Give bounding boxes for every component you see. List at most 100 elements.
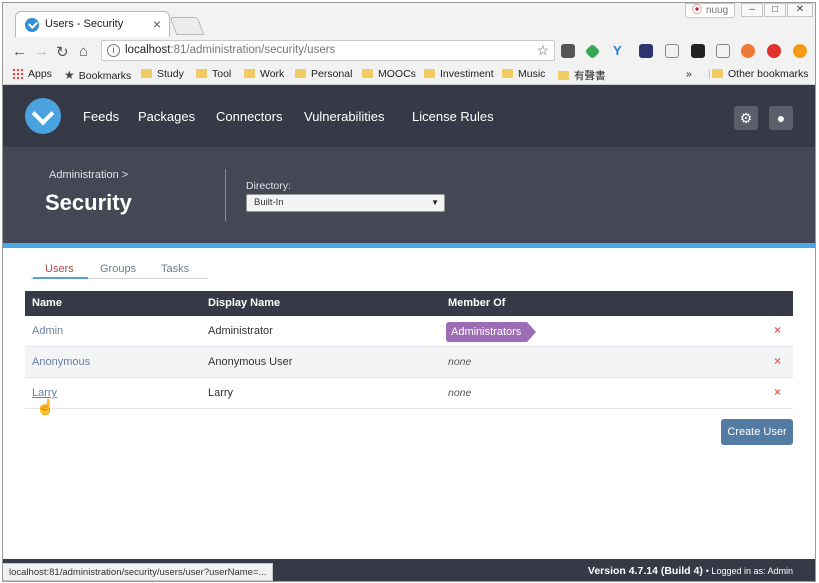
info-icon[interactable]: i [107,44,120,57]
user-display-name: Anonymous User [208,356,293,368]
maximize-button[interactable]: □ [764,3,786,17]
forward-icon[interactable]: → [34,43,49,60]
bookmark-investiment[interactable]: Investiment [424,68,494,80]
bookmark-music[interactable]: Music [502,68,545,80]
folder-icon [712,69,723,78]
header-display-name: Display Name [208,297,281,309]
extension-dark-icon[interactable] [639,44,653,58]
browser-titlebar: Users - Security × ⦿ nuug – □ ✕ [3,3,815,38]
back-icon[interactable]: ← [12,43,27,60]
bookmarks-separator: | [708,68,711,80]
favicon-icon [25,18,39,32]
header-divider [225,169,226,221]
delete-icon[interactable]: × [774,385,781,399]
tab-title: Users - Security [45,18,124,30]
directory-select[interactable]: Built-In ▼ [246,194,445,212]
folder-icon [141,69,152,78]
extension-y-icon[interactable]: Y [613,44,627,58]
bookmark-star-icon[interactable]: ☆ [536,42,549,59]
subtab-bar: Users Groups Tasks [31,263,208,279]
user-icon[interactable]: ● [769,106,793,130]
folder-icon [295,69,306,78]
folder-icon [196,69,207,78]
top-navbar: Feeds Packages Connectors Vulnerabilitie… [3,85,815,147]
app-page: Feeds Packages Connectors Vulnerabilitie… [3,85,815,581]
group-badge[interactable]: Administrators [446,322,537,342]
bookmarks-bar: Apps ★ Bookmarks Study Tool Work Personal… [3,65,815,85]
home-icon[interactable]: ⌂ [79,43,88,60]
apps-icon [12,68,23,79]
page-header: Administration > Security Directory: Bui… [3,147,815,243]
folder-icon [502,69,513,78]
reload-icon[interactable]: ↻ [56,43,69,61]
bookmark-apps[interactable]: Apps [12,68,52,80]
nav-license-rules[interactable]: License Rules [412,109,494,124]
browser-tab-active[interactable]: Users - Security × [15,11,170,38]
bookmark-tool[interactable]: Tool [196,68,231,80]
hand-cursor-icon: ☝ [36,399,55,416]
bookmark-study[interactable]: Study [141,68,184,80]
bookmark-other[interactable]: Other bookmarks [712,68,809,80]
tab-close-icon[interactable]: × [153,16,161,32]
extension-upload-icon[interactable] [793,44,807,58]
gear-icon[interactable]: ⚙ [734,106,758,130]
nav-feeds[interactable]: Feeds [83,109,119,124]
user-name-link[interactable]: Admin [32,325,63,337]
user-name-link[interactable]: Anonymous [32,356,90,368]
table-row: Larry Larry none × [25,378,793,409]
users-table: Name Display Name Member Of Admin Admini… [25,291,793,409]
table-row: Admin Administrator Administrators × [25,316,793,347]
member-of-value: none [448,387,472,399]
delete-icon[interactable]: × [774,354,781,368]
bookmark-moocs[interactable]: MOOCs [362,68,416,80]
directory-value: Built-In [254,197,284,208]
nav-packages[interactable]: Packages [138,109,195,124]
member-of-value: none [448,356,472,368]
accent-bar [3,243,815,248]
header-name: Name [32,297,62,309]
pocket-icon[interactable] [561,44,575,58]
tab-tasks[interactable]: Tasks [161,263,189,275]
folder-icon [362,69,373,78]
new-tab-button[interactable] [169,17,205,35]
folder-icon [424,69,435,78]
breadcrumb[interactable]: Administration > [49,169,128,181]
version-text: Version 4.7.14 (Build 4) • Logged in as:… [587,565,793,577]
nav-connectors[interactable]: Connectors [216,109,282,124]
extension-reader-icon[interactable] [716,44,730,58]
nav-vulnerabilities[interactable]: Vulnerabilities [304,109,384,124]
minimize-button[interactable]: – [741,3,763,17]
create-user-button[interactable]: Create User [721,419,793,445]
bookmark-bookmarks[interactable]: ★ Bookmarks [64,68,131,82]
bookmark-work[interactable]: Work [244,68,284,80]
browser-status-url: localhost:81/administration/security/use… [3,563,274,581]
page-title: Security [45,190,132,215]
url-text: localhost:81/administration/security/use… [125,44,336,56]
star-icon: ★ [64,68,75,82]
caret-down-icon: ▼ [431,198,439,207]
logged-in-text: • Logged in as: Admin [705,566,793,576]
tab-groups[interactable]: Groups [100,263,136,275]
user-display-name: Larry [208,387,234,399]
bookmark-personal[interactable]: Personal [295,68,352,80]
extension-orange-icon[interactable] [741,44,755,58]
folder-icon [244,69,255,78]
profile-name: nuug [706,5,729,16]
header-member-of: Member Of [448,297,506,309]
table-row: Anonymous Anonymous User none × [25,347,793,378]
user-display-name: Administrator [208,325,273,337]
folder-icon [558,71,569,80]
directory-label: Directory: [246,180,291,192]
bookmark-audiobooks[interactable]: 有聲書 [558,68,606,83]
logo-icon[interactable] [25,98,61,134]
bookmarks-overflow[interactable]: » [686,68,692,80]
close-window-button[interactable]: ✕ [787,3,813,17]
profile-button[interactable]: ⦿ nuug [685,3,735,18]
tab-users[interactable]: Users [33,263,88,279]
extension-copy-icon[interactable] [665,44,679,58]
opera-icon[interactable] [767,44,781,58]
browser-window: Users - Security × ⦿ nuug – □ ✕ ← → ↻ ⌂ i… [2,2,816,582]
address-bar[interactable]: i localhost:81/administration/security/u… [101,40,555,61]
delete-icon[interactable]: × [774,323,781,337]
extension-play-icon[interactable] [691,44,705,58]
